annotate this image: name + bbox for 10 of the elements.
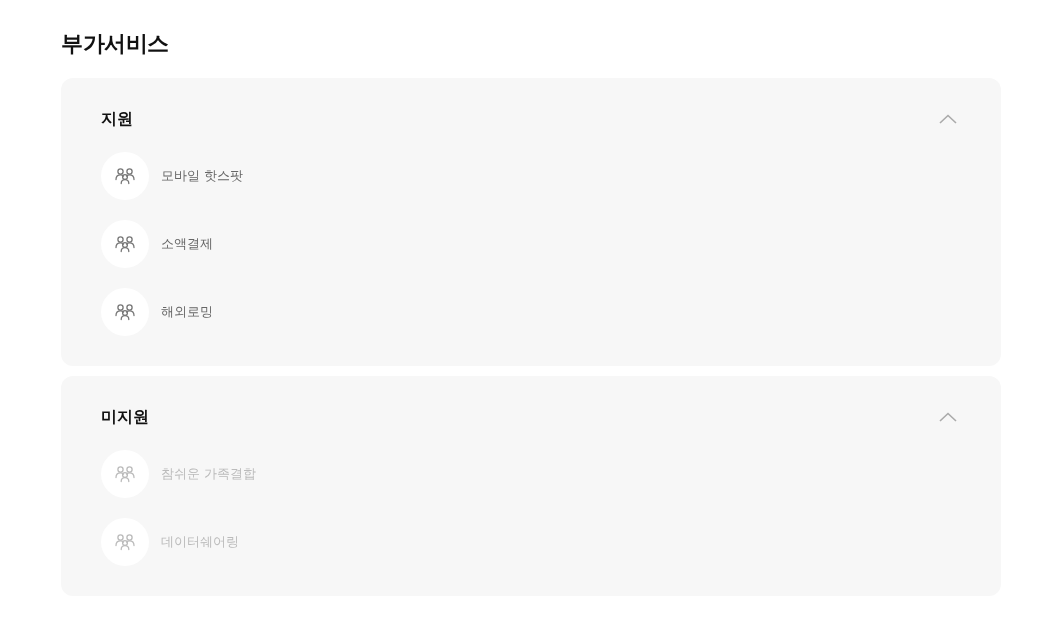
service-label: 해외로밍 [161, 303, 213, 321]
chevron-up-icon[interactable] [939, 412, 957, 422]
chevron-up-icon[interactable] [939, 114, 957, 124]
service-label: 데이터쉐어링 [161, 533, 239, 551]
service-label: 참쉬운 가족결합 [161, 465, 257, 483]
page-title: 부가서비스 [61, 30, 170, 58]
section-title: 미지원 [101, 406, 149, 428]
service-label: 모바일 핫스팟 [161, 167, 244, 185]
service-label: 소액결제 [161, 235, 213, 253]
section-title: 지원 [101, 108, 133, 130]
